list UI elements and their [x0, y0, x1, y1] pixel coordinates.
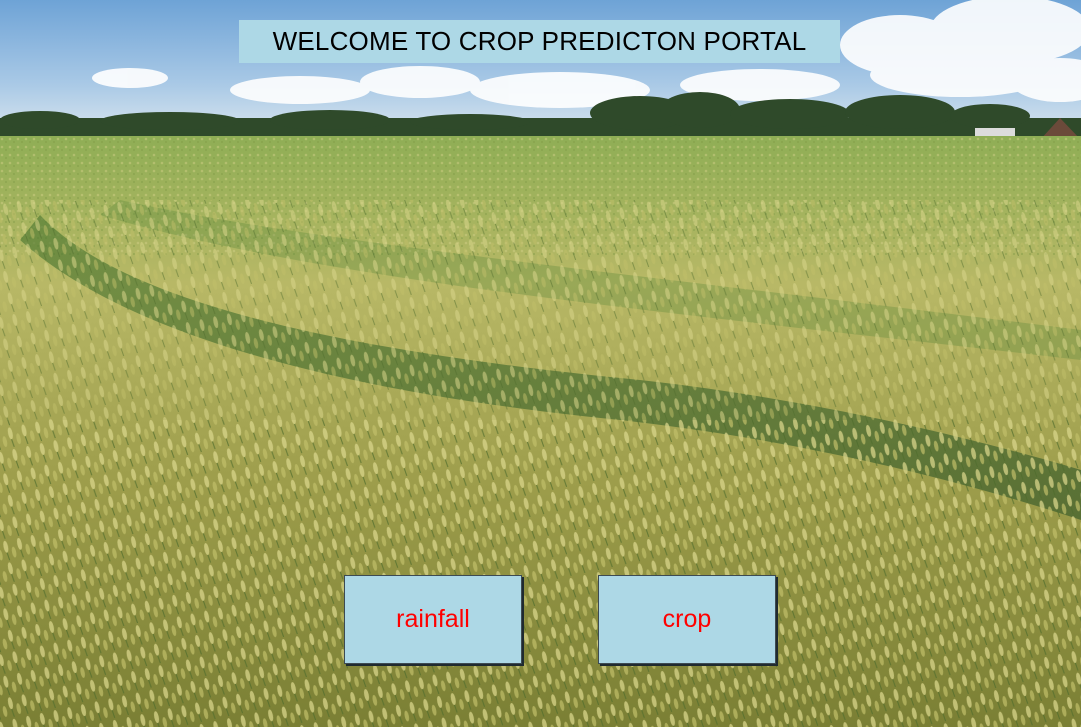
background-image — [0, 0, 1081, 727]
crop-button[interactable]: crop — [598, 575, 776, 664]
page-title: WELCOME TO CROP PREDICTON PORTAL — [239, 20, 840, 63]
rainfall-button[interactable]: rainfall — [344, 575, 522, 664]
